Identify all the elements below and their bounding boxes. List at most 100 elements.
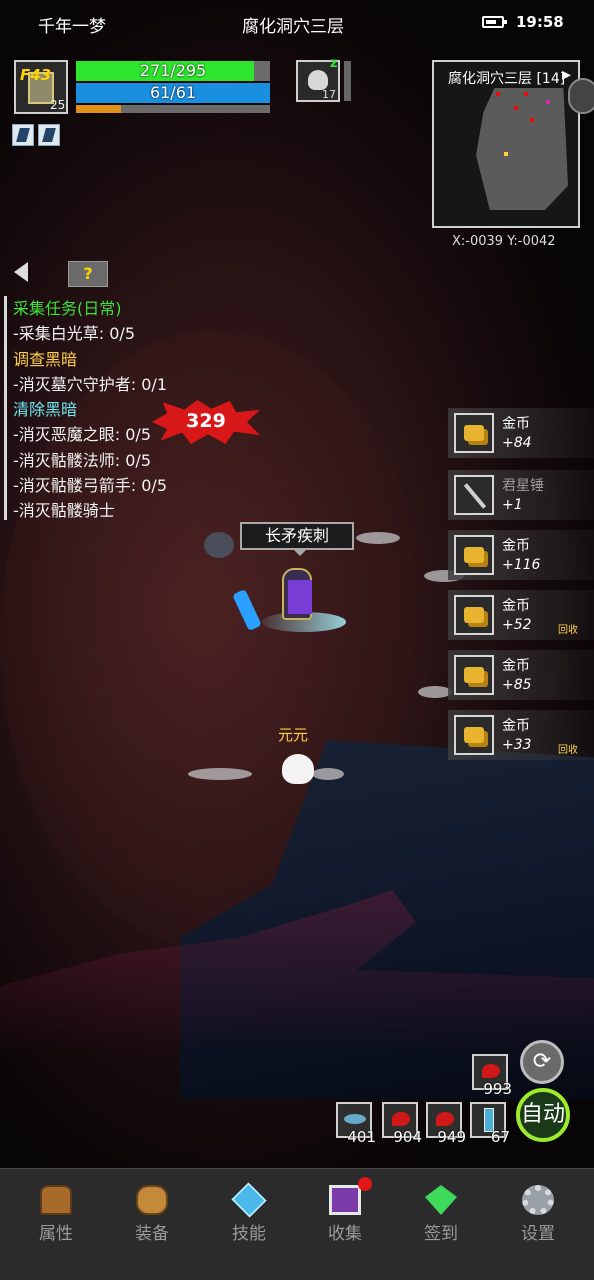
red-potion-icon	[392, 1112, 410, 1126]
skeleton-remains	[356, 532, 400, 544]
hp-text: 271/295	[139, 61, 207, 80]
quest-objective: -消灭骷髅法师: 0/5	[13, 450, 152, 470]
collection-icon	[329, 1185, 361, 1215]
location-title: 腐化洞穴三层	[242, 17, 344, 37]
buff-sword-icon[interactable]	[38, 124, 60, 146]
clock: 19:58	[516, 13, 564, 31]
cycle-target-button[interactable]: ⟳	[520, 1040, 564, 1084]
recycle-tag: 回收	[558, 625, 578, 636]
quick-slot-2[interactable]: 904	[382, 1102, 422, 1146]
weapon-icon	[454, 475, 494, 515]
loot-name: 金币	[502, 718, 530, 734]
nav-label: 收集	[328, 1224, 362, 1244]
sleep-zz-icon: z	[330, 56, 338, 71]
quick-slot-4[interactable]: 67	[470, 1102, 510, 1146]
quick-slot-top[interactable]: 993	[472, 1054, 512, 1098]
chevron-right-icon[interactable]: ▸	[562, 64, 571, 85]
pet-character[interactable]	[282, 754, 314, 784]
quest-objective: -消灭骷髅骑士	[13, 501, 115, 520]
loot-entry: 金币 +116	[448, 530, 594, 580]
loot-entry: 君星锤 +1	[448, 470, 594, 520]
pet-hp-bar	[344, 61, 351, 101]
auto-battle-button[interactable]: 自动	[516, 1088, 570, 1142]
slot-count: 904	[393, 1128, 422, 1146]
loot-name: 君星锤	[502, 478, 544, 494]
loot-entry: 金币 +85	[448, 650, 594, 700]
loot-amount: +52	[502, 617, 532, 633]
skill-gem-icon	[231, 1182, 267, 1218]
gold-coin-icon	[454, 655, 494, 695]
buff-scroll-icon[interactable]	[12, 124, 34, 146]
helmet-icon	[40, 1185, 72, 1215]
player-cape	[288, 580, 312, 614]
loot-amount: +116	[502, 557, 541, 573]
side-menu-button[interactable]	[568, 78, 594, 114]
quest-objective: -消灭骷髅弓箭手: 0/5	[13, 476, 168, 496]
slot-count: 67	[490, 1128, 510, 1146]
quest-objective: -消灭墓穴守护者: 0/1	[13, 374, 168, 394]
quick-slot-1[interactable]: 401	[336, 1102, 376, 1146]
nav-attributes[interactable]: 属性	[16, 1183, 96, 1263]
slot-count: 993	[483, 1080, 512, 1098]
loot-name: 金币	[502, 598, 530, 614]
mp-text: 61/61	[149, 83, 197, 102]
bag-icon	[136, 1185, 168, 1215]
recycle-tag: 回收	[558, 745, 578, 756]
minimap[interactable]: 腐化洞穴三层 [14]	[432, 60, 580, 228]
nav-label: 签到	[424, 1224, 458, 1244]
loot-amount: +84	[502, 435, 532, 451]
xp-bar	[76, 105, 270, 113]
spider-enemy[interactable]	[204, 532, 234, 558]
loot-name: 金币	[502, 538, 530, 554]
gold-coin-icon	[454, 413, 494, 453]
pet-level: 17	[322, 88, 336, 101]
loot-entry: 金币 +84	[448, 408, 594, 458]
red-potion-icon	[482, 1064, 500, 1078]
loot-amount: +1	[502, 497, 523, 513]
slot-count: 949	[437, 1128, 466, 1146]
minimap-npc-marker	[546, 100, 550, 104]
xp-bar-fill	[76, 105, 121, 113]
notification-badge	[358, 1177, 372, 1191]
loot-entry: 金币 +52 回收	[448, 590, 594, 640]
loot-name: 金币	[502, 658, 530, 674]
skull-icon	[308, 70, 328, 90]
nav-settings[interactable]: 设置	[498, 1183, 578, 1263]
quest-heading: 采集任务(日常)	[13, 299, 122, 318]
collapse-quest-arrow-icon[interactable]	[14, 262, 28, 282]
quest-heading: 调查黑暗	[13, 349, 78, 369]
minimap-title: 腐化洞穴三层 [14]	[448, 71, 566, 87]
skeleton-remains	[312, 768, 344, 780]
skill-name-bubble: 长矛疾刺	[240, 522, 354, 556]
quick-slot-3[interactable]: 949	[426, 1102, 466, 1146]
nav-label: 属性	[39, 1224, 73, 1244]
gear-icon	[522, 1185, 554, 1215]
minimap-player-marker	[504, 152, 508, 156]
player-level: 25	[50, 98, 66, 112]
loot-amount: +33	[502, 737, 532, 753]
status-bar: 千年一梦 腐化洞穴三层 19:58	[0, 10, 594, 37]
checkin-gem-icon	[425, 1185, 457, 1215]
damage-number: 329	[186, 410, 226, 432]
nav-collection[interactable]: 收集	[305, 1183, 385, 1263]
nav-label: 技能	[232, 1224, 266, 1244]
minimap-room	[476, 88, 568, 210]
gold-coin-icon	[454, 535, 494, 575]
loot-entry: 金币 +33 回收	[448, 710, 594, 760]
minimap-enemy-marker	[514, 106, 518, 110]
player-coordinates: X:-0039 Y:-0042	[452, 234, 556, 249]
bottom-nav: 属性 装备 技能 收集 签到 设置	[0, 1168, 594, 1280]
quest-objective: -采集白光草: 0/5	[13, 324, 136, 344]
minimap-enemy-marker	[524, 92, 528, 96]
minimap-enemy-marker	[530, 118, 534, 122]
quest-help-button[interactable]: ?	[68, 261, 108, 287]
nav-skills[interactable]: 技能	[209, 1182, 289, 1263]
pet-name-label: 元元	[278, 726, 309, 744]
nav-checkin[interactable]: 签到	[401, 1183, 481, 1263]
hp-bar: 271/295	[76, 61, 270, 81]
player-floor-tag: F43	[20, 66, 52, 84]
fish-icon	[344, 1114, 366, 1124]
gold-coin-icon	[454, 715, 494, 755]
nav-equipment[interactable]: 装备	[112, 1183, 192, 1263]
loot-name: 金币	[502, 416, 530, 432]
